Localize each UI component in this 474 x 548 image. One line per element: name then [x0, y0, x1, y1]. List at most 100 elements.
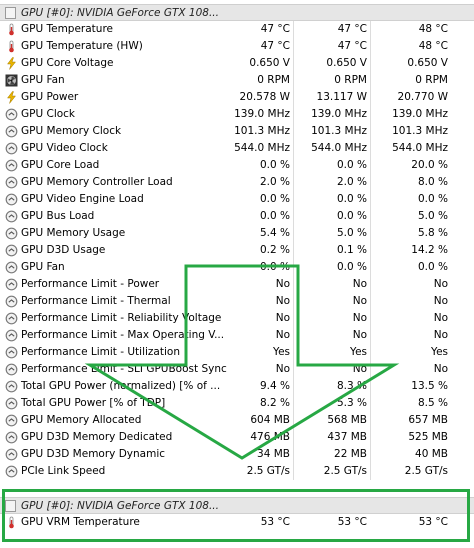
sensor-max-value: 0.0 % — [417, 261, 448, 273]
sensor-row[interactable]: Performance Limit - SLI GPUBoost Sync No N… — [0, 361, 474, 378]
sensor-current-value: 34 MB — [257, 448, 290, 460]
column-divider[interactable] — [370, 21, 371, 481]
sensor-row[interactable]: GPU Power 20.578 W 13.117 W 20.770 W — [0, 89, 474, 106]
sensor-group-header[interactable]: GPU [#0]: NVIDIA GeForce GTX 108... — [0, 4, 474, 21]
sensor-label: GPU Core Load — [21, 159, 100, 171]
sensor-row[interactable]: GPU Memory Allocated 604 MB 568 MB 657 MB — [0, 412, 474, 429]
clock-icon — [5, 329, 18, 342]
clock-icon — [5, 397, 18, 410]
collapse-box-icon[interactable] — [5, 500, 16, 512]
sensor-row[interactable]: Performance Limit - Thermal No No No — [0, 293, 474, 310]
clock-icon — [5, 244, 18, 257]
sensor-min-value: 0.1 % — [336, 244, 367, 256]
sensor-row[interactable]: GPU Bus Load 0.0 % 0.0 % 5.0 % — [0, 208, 474, 225]
sensor-label: GPU Memory Usage — [21, 227, 126, 239]
sensor-label: Performance Limit - Power — [21, 278, 160, 290]
sensor-row[interactable]: GPU Temperature 47 °C 47 °C 48 °C — [0, 21, 474, 38]
sensor-row[interactable]: GPU Core Voltage 0.650 V 0.650 V 0.650 V — [0, 55, 474, 72]
sensor-current-value: 2.0 % — [259, 176, 290, 188]
sensor-current-value: 5.4 % — [259, 227, 290, 239]
sensor-row[interactable]: GPU Video Engine Load 0.0 % 0.0 % 0.0 % — [0, 191, 474, 208]
sensor-min-value: 2.5 GT/s — [323, 465, 367, 477]
sensor-current-value: 0.650 V — [249, 57, 290, 69]
sensor-min-value: 0.0 % — [336, 193, 367, 205]
sensor-current-value: 53 °C — [260, 516, 290, 528]
sensor-current-value: No — [275, 312, 290, 324]
sensor-row[interactable]: GPU D3D Usage 0.2 % 0.1 % 14.2 % — [0, 242, 474, 259]
sensor-row[interactable]: GPU Clock 139.0 MHz 139.0 MHz 139.0 MHz — [0, 106, 474, 123]
clock-icon — [5, 312, 18, 325]
sensor-row[interactable]: Total GPU Power (normalized) [% of ... 9.… — [0, 378, 474, 395]
sensor-row[interactable]: GPU Fan 0 RPM 0 RPM 0 RPM — [0, 72, 474, 89]
sensor-row[interactable]: PCIe Link Speed 2.5 GT/s 2.5 GT/s 2.5 GT/s — [0, 463, 474, 480]
sensor-max-value: 14.2 % — [411, 244, 448, 256]
thermometer-icon — [5, 40, 18, 53]
sensor-row[interactable]: GPU Video Clock 544.0 MHz 544.0 MHz 544.0 M… — [0, 140, 474, 157]
sensor-row[interactable]: GPU Memory Controller Load 2.0 % 2.0 % 8.0 … — [0, 174, 474, 191]
sensor-max-value: 13.5 % — [411, 380, 448, 392]
clock-icon — [5, 448, 18, 461]
clock-icon — [5, 227, 18, 240]
sensor-current-value: 0.0 % — [259, 261, 290, 273]
sensor-row[interactable]: GPU Temperature (HW) 47 °C 47 °C 48 °C — [0, 38, 474, 55]
sensor-min-value: No — [352, 278, 367, 290]
sensor-max-value: 8.0 % — [417, 176, 448, 188]
sensor-row[interactable]: GPU D3D Memory Dynamic 34 MB 22 MB 40 MB — [0, 446, 474, 463]
sensor-current-value: 20.578 W — [239, 91, 290, 103]
sensor-label: GPU Memory Controller Load — [21, 176, 173, 188]
sensor-label: GPU Bus Load — [21, 210, 95, 222]
sensor-row[interactable]: Performance Limit - Utilization Yes Yes Yes — [0, 344, 474, 361]
sensor-max-value: 2.5 GT/s — [404, 465, 448, 477]
clock-icon — [5, 159, 18, 172]
sensor-max-value: 0.650 V — [407, 57, 448, 69]
sensor-label: Performance Limit - Utilization — [21, 346, 180, 358]
sensor-row[interactable]: Total GPU Power [% of TDP] 8.2 % 5.3 % 8.5 … — [0, 395, 474, 412]
clock-icon — [5, 278, 18, 291]
sensor-label: Performance Limit - Max Operating V... — [21, 329, 225, 341]
sensor-max-value: 0 RPM — [415, 74, 448, 86]
sensor-min-value: 47 °C — [337, 40, 367, 52]
sensor-row[interactable]: GPU Memory Clock 101.3 MHz 101.3 MHz 101.3 … — [0, 123, 474, 140]
sensor-row[interactable]: GPU Core Load 0.0 % 0.0 % 20.0 % — [0, 157, 474, 174]
sensor-row[interactable]: GPU Fan 0.0 % 0.0 % 0.0 % — [0, 259, 474, 276]
sensor-row[interactable]: Performance Limit - Max Operating V... No… — [0, 327, 474, 344]
sensor-label: Total GPU Power (normalized) [% of ... — [21, 380, 221, 392]
sensor-current-value: 47 °C — [260, 23, 290, 35]
sensor-max-value: 53 °C — [418, 516, 448, 528]
sensor-min-value: 2.0 % — [336, 176, 367, 188]
sensor-label: GPU Core Voltage — [21, 57, 114, 69]
sensor-label: GPU Video Clock — [21, 142, 108, 154]
sensor-min-value: 47 °C — [337, 23, 367, 35]
sensor-current-value: 544.0 MHz — [234, 142, 290, 154]
column-divider[interactable] — [293, 21, 294, 481]
sensor-group-header[interactable]: GPU [#0]: NVIDIA GeForce GTX 108... — [0, 497, 474, 514]
sensor-row[interactable]: GPU Memory Usage 5.4 % 5.0 % 5.8 % — [0, 225, 474, 242]
sensor-max-value: No — [433, 329, 448, 341]
sensor-label: GPU Temperature — [21, 23, 114, 35]
horizontal-scroll-area[interactable] — [0, 480, 474, 497]
thermometer-icon — [5, 516, 18, 529]
sensor-max-value: 5.0 % — [417, 210, 448, 222]
collapse-box-icon[interactable] — [5, 7, 16, 19]
clock-icon — [5, 431, 18, 444]
sensor-min-value: 0 RPM — [334, 74, 367, 86]
sensor-label: GPU Fan — [21, 74, 65, 86]
sensor-max-value: No — [433, 312, 448, 324]
sensor-current-value: 0.2 % — [259, 244, 290, 256]
clock-icon — [5, 125, 18, 138]
clock-icon — [5, 414, 18, 427]
sensor-row[interactable]: Performance Limit - Power No No No — [0, 276, 474, 293]
sensor-label: GPU VRM Temperature — [21, 516, 140, 528]
sensor-label: GPU D3D Usage — [21, 244, 106, 256]
sensor-label: GPU D3D Memory Dedicated — [21, 431, 173, 443]
sensor-min-value: 22 MB — [334, 448, 367, 460]
sensor-row[interactable]: GPU VRM Temperature 53 °C 53 °C 53 °C — [0, 514, 474, 531]
sensor-max-value: 0.0 % — [417, 193, 448, 205]
clock-icon — [5, 295, 18, 308]
sensor-row[interactable]: Performance Limit - Reliability Voltage N… — [0, 310, 474, 327]
sensor-max-value: No — [433, 295, 448, 307]
sensor-max-value: 20.0 % — [411, 159, 448, 171]
clock-icon — [5, 346, 18, 359]
sensor-current-value: 0.0 % — [259, 193, 290, 205]
sensor-row[interactable]: GPU D3D Memory Dedicated 476 MB 437 MB 525 … — [0, 429, 474, 446]
